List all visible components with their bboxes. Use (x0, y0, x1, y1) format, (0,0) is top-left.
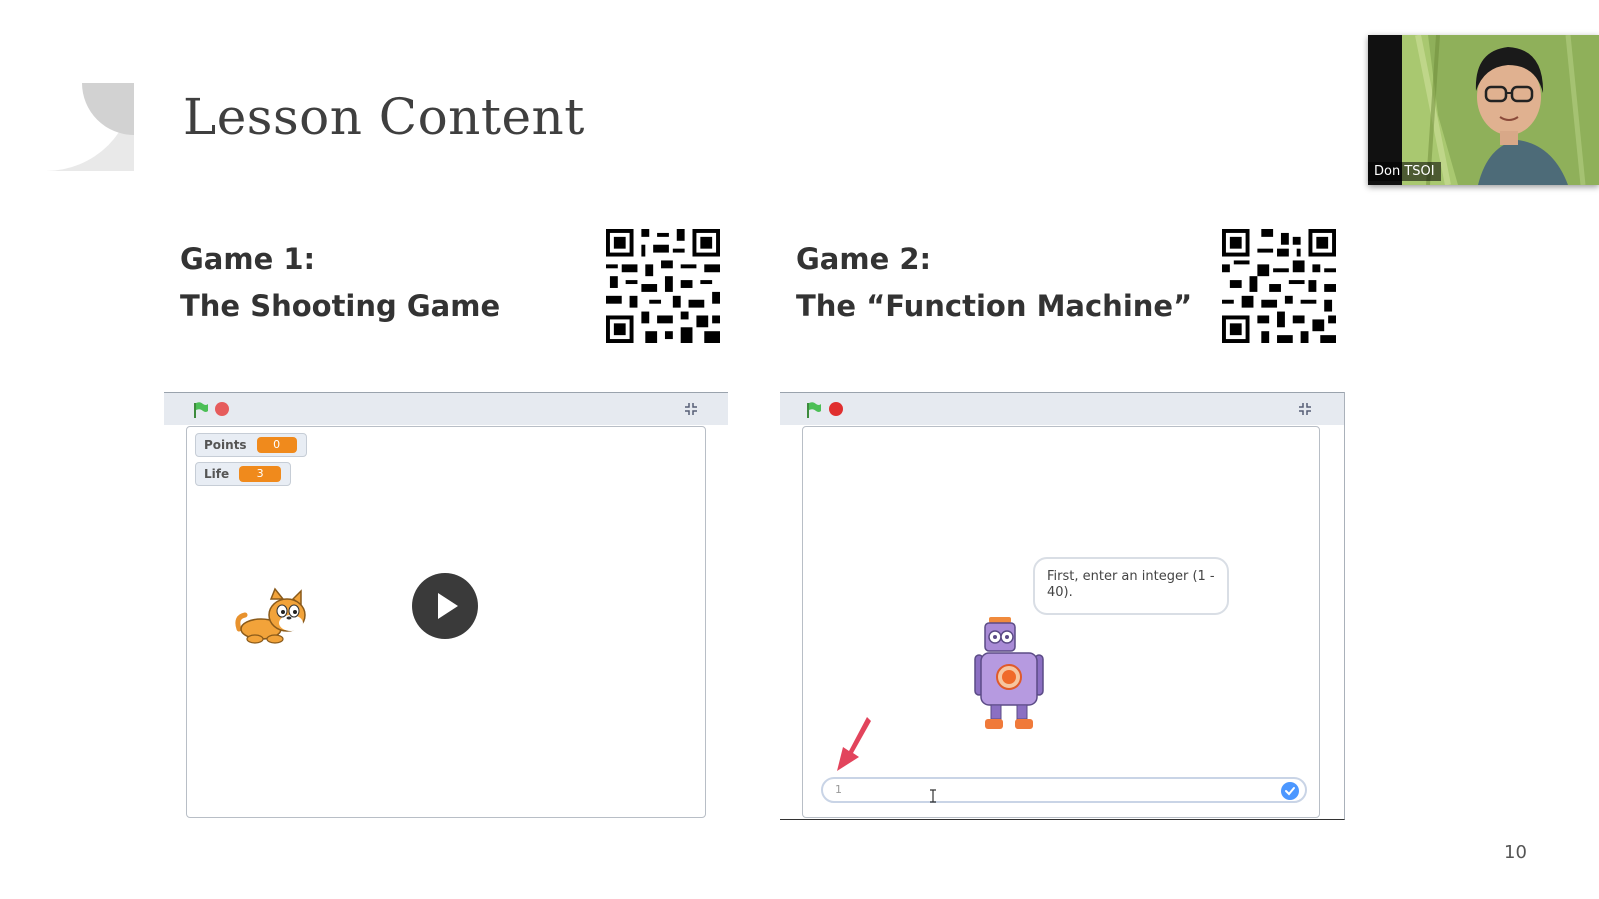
green-flag-icon[interactable] (191, 401, 209, 419)
play-icon (438, 593, 458, 619)
participant-name: Don TSOI (1368, 162, 1441, 181)
text-cursor-icon (930, 789, 936, 803)
arrow-annotation-icon (837, 717, 871, 771)
slide-title: Lesson Content (183, 88, 585, 146)
game2-toolbar (780, 392, 1344, 425)
fullscreen-icon[interactable] (684, 402, 698, 416)
game2-player: First, enter an integer (1 - 40). (780, 392, 1345, 820)
game2-heading: Game 2: The “Function Machine” (796, 236, 1192, 330)
game1-toolbar (164, 392, 728, 425)
life-monitor: Life 3 (195, 462, 291, 486)
life-value: 3 (239, 466, 282, 482)
green-flag-icon[interactable] (804, 401, 822, 419)
speech-bubble: First, enter an integer (1 - 40). (1033, 557, 1229, 615)
cat-sprite (235, 587, 306, 644)
points-label: Points (204, 438, 247, 452)
game1-stage[interactable]: Points 0 Life 3 (186, 426, 706, 818)
decorative-corner-shape (46, 83, 134, 171)
game1-qr-code (606, 229, 720, 343)
stop-icon[interactable] (215, 402, 229, 416)
answer-input[interactable] (833, 782, 1277, 797)
video-tile[interactable]: Don TSOI (1368, 35, 1599, 185)
game2-name: The “Function Machine” (796, 289, 1193, 323)
check-icon (1285, 787, 1295, 796)
game2-qr-code (1222, 229, 1336, 343)
game2-label: Game 2: (796, 242, 932, 276)
game2-stage[interactable]: First, enter an integer (1 - 40). (802, 426, 1320, 818)
stop-icon[interactable] (829, 402, 843, 416)
life-label: Life (204, 467, 230, 481)
page-number: 10 (1504, 842, 1527, 863)
fullscreen-icon[interactable] (1298, 402, 1312, 416)
answer-input-box (821, 777, 1307, 803)
robot-sprite (974, 617, 1044, 729)
game1-heading: Game 1: The Shooting Game (180, 236, 500, 330)
game1-player: Points 0 Life 3 (164, 392, 728, 825)
game1-name: The Shooting Game (180, 289, 501, 323)
game1-label: Game 1: (180, 242, 316, 276)
points-value: 0 (256, 437, 297, 453)
submit-check-button[interactable] (1281, 782, 1299, 800)
points-monitor: Points 0 (195, 433, 307, 457)
play-button[interactable] (412, 573, 478, 639)
